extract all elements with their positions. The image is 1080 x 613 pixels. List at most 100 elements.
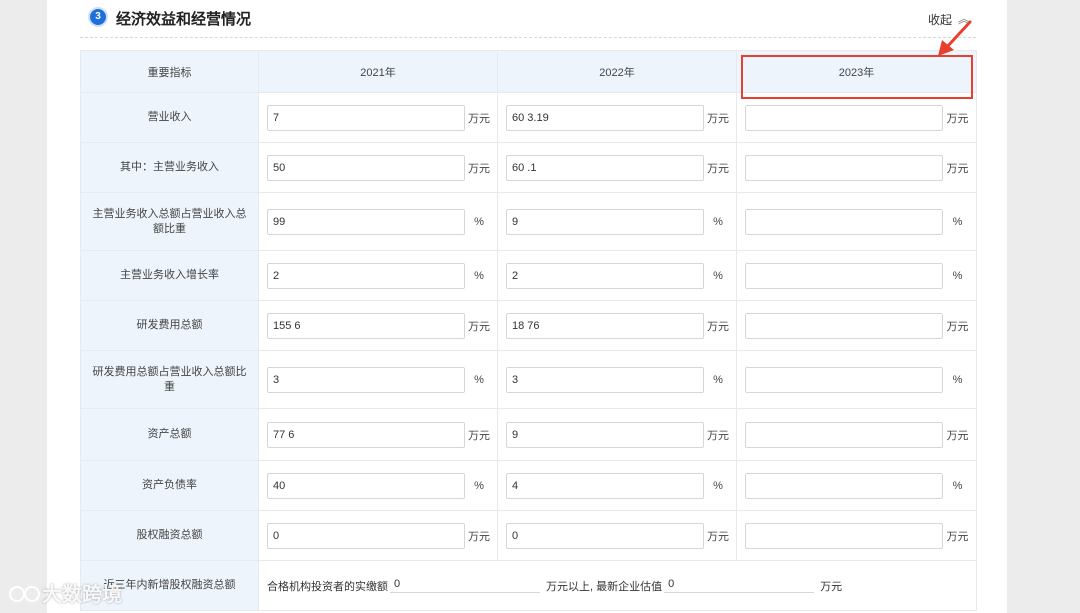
input-2021[interactable] (267, 472, 465, 499)
header-2021: 2021年 (258, 50, 498, 93)
value-cell-2021: 万元 (258, 142, 498, 193)
row-label: 主营业务收入增长率 (80, 250, 259, 301)
qualified-investor-input[interactable]: 0 (390, 578, 540, 593)
row-label: 研发费用总额占营业收入总额比重 (80, 350, 259, 409)
input-2023[interactable] (745, 104, 943, 131)
watermark-text: 大数跨境 (42, 584, 122, 606)
table-header-row: 重要指标 2021年 2022年 2023年 (80, 50, 977, 93)
value-cell-2021: 万元 (258, 408, 498, 461)
input-2022[interactable] (506, 366, 704, 393)
unit-label: 万元 (707, 320, 729, 333)
table-row: 股权融资总额 万元 万元 万元 (80, 510, 977, 561)
value-cell-2021: % (258, 250, 498, 301)
value-cell-2023: % (736, 250, 977, 301)
input-2022[interactable] (506, 312, 704, 339)
value-cell-2023: 万元 (736, 408, 977, 461)
header-2022: 2022年 (497, 50, 737, 93)
table-row: 研发费用总额 万元 万元 万元 (80, 300, 977, 351)
input-2022[interactable] (506, 262, 704, 289)
value-cell-2023: 万元 (736, 142, 977, 193)
value-cell-2021: 万元 (258, 510, 498, 561)
input-2021[interactable] (267, 154, 465, 181)
valuation-label: 万元以上, 最新企业估值 (546, 580, 663, 593)
value-cell-2021: 万元 (258, 92, 498, 143)
input-2021[interactable] (267, 366, 465, 393)
unit-label: 万元 (946, 112, 969, 125)
input-2023[interactable] (745, 154, 943, 181)
value-cell-2023: % (736, 350, 977, 409)
input-2023[interactable] (745, 421, 943, 448)
value-cell-2022: 万元 (497, 92, 737, 143)
unit-label: % (474, 479, 484, 492)
input-2023[interactable] (745, 262, 943, 289)
value-cell-2022: 万元 (497, 300, 737, 351)
input-2021[interactable] (267, 208, 465, 235)
collapse-label: 收起 (927, 13, 952, 27)
unit-label: 万元 (820, 580, 843, 593)
section-header: 3 经济效益和经营情况 收起 ︽ (88, 6, 978, 32)
unit-label: 万元 (707, 112, 729, 125)
value-cell-2021: % (258, 192, 498, 251)
chevron-up-icon: ︽ (957, 12, 970, 26)
input-2022[interactable] (506, 522, 704, 549)
input-2022[interactable] (506, 104, 704, 131)
watermark-logo-icon (9, 586, 40, 602)
input-2023[interactable] (745, 208, 943, 235)
unit-label: 万元 (468, 320, 490, 333)
unit-label: 万元 (468, 429, 490, 442)
value-cell-2022: % (497, 192, 737, 251)
row-label: 资产负债率 (80, 460, 259, 511)
input-2022[interactable] (506, 208, 704, 235)
value-cell-2022: 万元 (497, 510, 737, 561)
value-cell-2023: % (736, 460, 977, 511)
value-cell-2021: 万元 (258, 300, 498, 351)
input-2023[interactable] (745, 366, 943, 393)
input-2023[interactable] (745, 522, 943, 549)
equity-financing-cell: 合格机构投资者的实缴额 0 万元以上, 最新企业估值 0 万元 (258, 560, 977, 611)
input-2021[interactable] (267, 312, 465, 339)
table-row: 其中：主营业务收入 万元 万元 万元 (80, 142, 977, 193)
value-cell-2021: % (258, 350, 498, 409)
unit-label: % (952, 269, 963, 282)
section-divider (80, 37, 976, 38)
table-row: 主营业务收入总额占营业收入总额比重%%% (80, 192, 977, 251)
row-label: 研发费用总额 (80, 300, 259, 351)
input-2021[interactable] (267, 104, 465, 131)
input-2022[interactable] (506, 421, 704, 448)
input-2021[interactable] (267, 262, 465, 289)
unit-label: % (952, 215, 963, 228)
watermark: 大数跨境 (8, 578, 122, 607)
unit-label: 万元 (946, 429, 969, 442)
unit-label: 万元 (707, 429, 729, 442)
table-row: 资产总额 万元 万元 万元 (80, 408, 977, 461)
table-row: 资产负债率%%% (80, 460, 977, 511)
input-2023[interactable] (745, 472, 943, 499)
row-label: 主营业务收入总额占营业收入总额比重 (80, 192, 259, 251)
equity-financing-group: 合格机构投资者的实缴额 0 万元以上, 最新企业估值 0 万元 (267, 578, 972, 594)
unit-label: % (474, 373, 484, 386)
value-cell-2022: 万元 (497, 408, 737, 461)
value-cell-2021: % (258, 460, 498, 511)
table-row: 主营业务收入增长率%%% (80, 250, 977, 301)
unit-label: % (713, 215, 723, 228)
value-cell-2023: % (736, 192, 977, 251)
row-label: 其中：主营业务收入 (80, 142, 259, 193)
unit-label: 万元 (468, 162, 490, 175)
section-title: 经济效益和经营情况 (116, 11, 252, 28)
table-row: 近三年内新增股权融资总额 合格机构投资者的实缴额 0 万元以上, 最新企业估值 0 万元 (80, 560, 977, 611)
valuation-input[interactable]: 0 (664, 578, 815, 593)
input-2022[interactable] (506, 154, 704, 181)
unit-label: 万元 (946, 162, 969, 175)
value-cell-2022: % (497, 350, 737, 409)
unit-label: % (952, 479, 963, 492)
input-2021[interactable] (267, 522, 465, 549)
input-2022[interactable] (506, 472, 704, 499)
step-badge: 3 (88, 7, 108, 27)
unit-label: % (474, 215, 484, 228)
input-2023[interactable] (745, 312, 943, 339)
collapse-button[interactable]: 收起 ︽ (928, 11, 970, 28)
unit-label: 万元 (707, 530, 729, 543)
unit-label: % (952, 373, 963, 386)
unit-label: % (713, 373, 723, 386)
input-2021[interactable] (267, 421, 465, 448)
